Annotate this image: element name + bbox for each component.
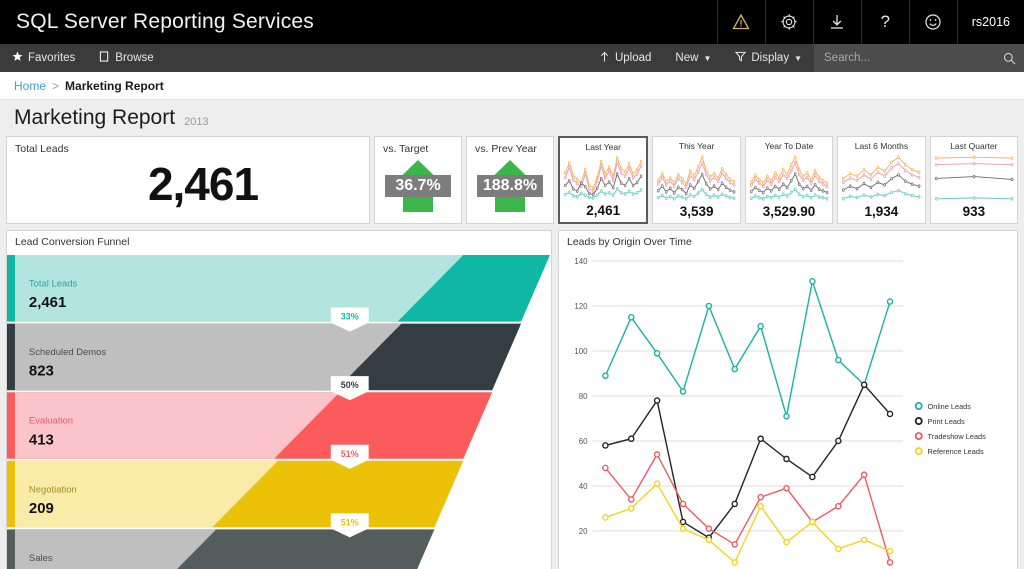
page-title-band: Marketing Report 2013 [0, 100, 1024, 136]
svg-text:140: 140 [574, 257, 588, 266]
svg-text:51%: 51% [341, 517, 359, 527]
svg-text:Reference Leads: Reference Leads [928, 447, 984, 456]
sparkline-chart [748, 152, 830, 204]
svg-text:Tradeshow Leads: Tradeshow Leads [928, 432, 987, 441]
spark-tile-last-6-months[interactable]: Last 6 Months 1,934 [837, 136, 926, 224]
leads-by-origin-panel: Leads by Origin Over Time 02040608010012… [558, 230, 1018, 569]
spark-tile-value: 3,539 [679, 204, 714, 219]
line-chart-title: Leads by Origin Over Time [567, 236, 692, 248]
svg-text:2,461: 2,461 [29, 294, 66, 311]
kpi-vs-prev-year-value: 188.8% [477, 175, 543, 197]
spark-tile-title: Last 6 Months [854, 141, 909, 151]
funnel-chart-area: Total Leads 2,461 Scheduled Demos 823 Evalua… [7, 251, 551, 569]
spark-tile-last-year[interactable]: Last Year 2,461 [558, 136, 649, 224]
kpi-vs-prev-year: vs. Prev Year 188.8% [466, 136, 554, 224]
download-icon[interactable] [812, 0, 861, 44]
smiley-icon[interactable] [908, 0, 957, 44]
kpi-vs-target: vs. Target 36.7% [374, 136, 462, 224]
svg-text:Evaluation: Evaluation [29, 416, 73, 427]
kpi-total-value: 2,461 [147, 158, 259, 210]
search-icon[interactable] [994, 44, 1024, 72]
sparkline-chart [933, 152, 1015, 204]
charts-row: Lead Conversion Funnel Total Leads 2,461 S… [6, 230, 1018, 569]
chevron-down-icon: ▼ [703, 54, 712, 63]
svg-text:40: 40 [579, 482, 588, 491]
svg-text:100: 100 [574, 347, 588, 356]
new-label: New [675, 52, 699, 64]
spark-tile-title: Year To Date [764, 141, 814, 151]
svg-text:20: 20 [579, 527, 588, 536]
line-chart[interactable]: 020406080100120140JanFebMarAprMayJunJulA… [559, 251, 1017, 569]
spark-tile-year-to-date[interactable]: Year To Date 3,529.90 [744, 136, 834, 224]
upload-button[interactable]: Upload [587, 44, 663, 72]
app-title: SQL Server Reporting Services [16, 10, 314, 33]
help-icon[interactable]: ? [860, 0, 909, 44]
warning-icon[interactable] [716, 0, 765, 44]
breadcrumb: Home > Marketing Report [0, 72, 1024, 100]
chevron-down-icon: ▼ [794, 54, 802, 63]
filter-icon [735, 51, 747, 65]
svg-text:823: 823 [29, 363, 54, 380]
favorites-label: Favorites [28, 52, 76, 64]
line-chart-area: 020406080100120140JanFebMarAprMayJunJulA… [559, 251, 1017, 569]
browse-label: Browse [115, 52, 154, 64]
sparkline-chart [562, 153, 644, 203]
star-icon [12, 51, 23, 65]
search-input[interactable]: Search... [814, 44, 994, 72]
upload-label: Upload [614, 52, 652, 64]
svg-text:80: 80 [579, 392, 588, 401]
gear-icon[interactable] [764, 0, 813, 44]
spark-tile-title: Last Year [585, 142, 621, 152]
sparkline-chart [655, 152, 737, 204]
page-year: 2013 [184, 116, 209, 128]
spark-tile-title: Last Quarter [950, 141, 998, 151]
spark-tile-last-quarter[interactable]: Last Quarter 933 [929, 136, 1019, 224]
svg-text:209: 209 [29, 500, 54, 517]
svg-text:60: 60 [579, 437, 588, 446]
svg-text:50%: 50% [341, 380, 359, 390]
svg-text:120: 120 [574, 302, 588, 311]
svg-text:33%: 33% [341, 312, 359, 322]
breadcrumb-separator: > [52, 78, 60, 93]
svg-text:Sales: Sales [29, 553, 53, 564]
spark-tile-value: 3,529.90 [762, 204, 816, 219]
funnel-chart[interactable]: Total Leads 2,461 Scheduled Demos 823 Evalua… [7, 251, 551, 569]
browse-icon [99, 51, 110, 65]
kpi-total-label: Total Leads [15, 143, 69, 155]
funnel-title: Lead Conversion Funnel [15, 236, 130, 248]
report-body: Total Leads 2,461 vs. Target 36.7% vs. P… [0, 136, 1024, 569]
app-header: SQL Server Reporting Services ? rs2016 [0, 0, 1024, 44]
display-button[interactable]: Display ▼ [723, 44, 814, 72]
breadcrumb-current: Marketing Report [65, 78, 164, 93]
browse-button[interactable]: Browse [87, 44, 165, 72]
lead-conversion-funnel-panel: Lead Conversion Funnel Total Leads 2,461 S… [6, 230, 552, 569]
spark-tile-value: 933 [962, 204, 986, 219]
kpi-total-leads: Total Leads 2,461 [6, 136, 370, 224]
svg-text:Negotiation: Negotiation [29, 484, 77, 495]
main-toolbar: Favorites Browse Upload New ▼ Display ▼ [0, 44, 1024, 72]
spark-tile-value: 1,934 [864, 204, 899, 219]
upload-icon [599, 51, 610, 66]
new-button[interactable]: New ▼ [663, 44, 723, 72]
svg-text:Online Leads: Online Leads [928, 402, 972, 411]
svg-text:Scheduled Demos: Scheduled Demos [29, 347, 107, 358]
sparkline-chart [840, 152, 922, 204]
kpi-vs-target-value: 36.7% [385, 175, 451, 197]
svg-text:413: 413 [29, 431, 54, 448]
header-icon-group: ? [716, 0, 957, 44]
kpi-row: Total Leads 2,461 vs. Target 36.7% vs. P… [6, 136, 1019, 224]
svg-text:Total Leads: Total Leads [29, 279, 78, 290]
kpi-vs-prev-year-label: vs. Prev Year [475, 143, 537, 155]
favorites-button[interactable]: Favorites [0, 44, 87, 72]
user-menu[interactable]: rs2016 [956, 0, 1024, 44]
breadcrumb-home-link[interactable]: Home [14, 79, 46, 93]
display-label: Display [751, 52, 790, 64]
page-title: Marketing Report [14, 106, 176, 129]
kpi-vs-target-label: vs. Target [383, 143, 429, 155]
spark-tile-value: 2,461 [586, 203, 621, 218]
svg-text:Print Leads: Print Leads [928, 417, 966, 426]
spark-tile-title: This Year [678, 141, 715, 151]
spark-tile-this-year[interactable]: This Year 3,539 [652, 136, 741, 224]
svg-text:51%: 51% [341, 449, 359, 459]
